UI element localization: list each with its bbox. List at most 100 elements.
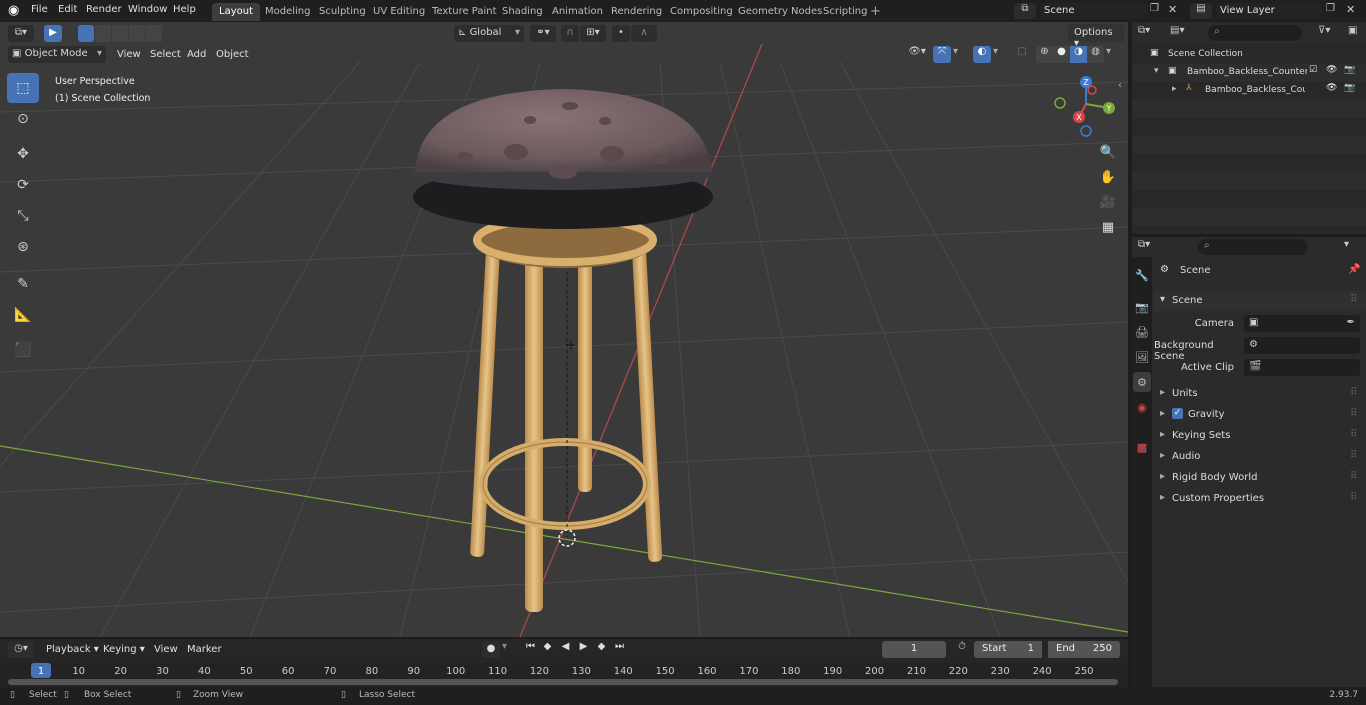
view-layer-tab-icon[interactable]: 🖼 [1133,347,1151,367]
next-keyframe-icon[interactable]: ◆ [593,641,610,658]
overlay-dropdown-icon[interactable]: ▾ [993,46,1005,63]
menu-file[interactable]: File [31,4,48,15]
timeline-menu-view[interactable]: View [154,644,178,655]
properties-editor-icon[interactable]: ⧉▾ [1138,239,1164,255]
menu-window[interactable]: Window [128,4,167,15]
shading-solid-icon[interactable]: ● [1053,46,1070,63]
select-box-tool[interactable]: ⬚ [7,73,39,103]
annotate-tool[interactable]: ✎ [7,269,39,299]
timeline-editor-icon[interactable]: ◷▾ [8,641,34,658]
expand-arrow-icon[interactable]: ▸ [1172,84,1177,94]
properties-search-input[interactable]: ⌕ [1198,239,1308,255]
xray-toggle-icon[interactable]: ▢ [1014,46,1030,63]
snap-toggle-icon[interactable]: ∩ [561,25,579,42]
tab-scripting[interactable]: Scripting [816,3,874,21]
display-mode-icon[interactable]: ▤▾ [1170,25,1196,41]
viewport-menu-view[interactable]: View [117,49,141,60]
tab-texture-paint[interactable]: Texture Paint [425,3,504,21]
pin-icon[interactable]: 📌 [1348,264,1360,275]
select-mode-extend-icon[interactable] [95,25,111,42]
options-button[interactable]: Options ▾ [1068,24,1124,49]
menu-render[interactable]: Render [86,4,122,15]
drag-handle-icon[interactable]: ⠿ [1350,471,1357,482]
gizmo-dropdown-icon[interactable]: ▾ [953,46,965,63]
drag-handle-icon[interactable]: ⠿ [1350,408,1357,419]
current-frame-field[interactable]: 1 [882,641,946,658]
drag-handle-icon[interactable]: ⠿ [1350,387,1357,398]
menu-help[interactable]: Help [173,4,196,15]
drag-handle-icon[interactable]: ⠿ [1350,294,1357,305]
viewport-menu-object[interactable]: Object [216,49,249,60]
new-collection-icon[interactable]: ▣ [1348,25,1362,41]
shading-wireframe-icon[interactable]: ⊕ [1036,46,1053,63]
transform-orientation-dropdown[interactable]: ⊾ Global ▾ [454,25,524,42]
transform-tool[interactable]: ⊛ [7,232,39,262]
select-mode-new-icon[interactable] [78,25,94,42]
jump-end-icon[interactable]: ⏭ [611,641,628,658]
units-panel[interactable]: ▸ Units ⠿ [1154,384,1366,404]
tab-rendering[interactable]: Rendering [604,3,669,21]
outliner-row-object[interactable]: ▸ ⅄ Bamboo_Backless_Coun 👁 📷 [1132,82,1366,100]
camera-view-icon[interactable]: 🎥 [1097,191,1119,213]
measure-tool[interactable]: 📐 [7,300,39,330]
close-scene-icon[interactable]: ✕ [1168,3,1182,19]
scene-icon[interactable]: ⧉ [1014,3,1036,19]
active-clip-field[interactable]: 🎬 [1244,359,1360,376]
camera-render-icon[interactable]: 📷 [1344,83,1355,93]
add-workspace-icon[interactable]: + [870,4,882,19]
cursor-tool[interactable]: ⊙ [7,104,39,134]
render-tab-icon[interactable]: 📷 [1133,297,1151,317]
record-button[interactable]: ● [482,641,500,658]
timeline-menu-marker[interactable]: Marker [187,644,222,655]
tab-compositing[interactable]: Compositing [663,3,740,21]
mode-dropdown[interactable]: ▣ Object Mode ▾ [8,46,106,63]
record-options-icon[interactable]: ▾ [502,641,514,658]
tab-geometry-nodes[interactable]: Geometry Nodes [731,3,829,21]
select-mode-subtract-icon[interactable] [112,25,128,42]
navigation-gizmo[interactable]: Z Y X [1048,70,1124,140]
ortho-toggle-icon[interactable]: ▦ [1097,216,1119,238]
blender-logo-icon[interactable]: ◉ [8,3,24,19]
gravity-panel[interactable]: ▸ ✓ Gravity ⠿ [1154,405,1366,425]
editor-type-icon[interactable]: ⧉▾ [8,25,34,42]
tab-uv-editing[interactable]: UV Editing [366,3,432,21]
select-tool-icon[interactable]: ▶ [44,25,62,42]
tab-layout[interactable]: Layout [212,3,260,21]
tab-sculpting[interactable]: Sculpting [312,3,373,21]
scene-tab-icon[interactable]: ⚙ [1133,372,1151,392]
shading-dropdown-icon[interactable]: ▾ [1106,46,1118,63]
add-cube-tool[interactable]: ⬛ [7,335,39,365]
jump-start-icon[interactable]: ⏮ [522,641,539,658]
snap-target-icon[interactable]: ⊞▾ [580,25,606,42]
filter-icon[interactable]: ⊽▾ [1318,25,1344,41]
falloff-icon[interactable]: ∧ [631,25,657,42]
scale-tool[interactable]: ⤡ [7,201,39,231]
3d-viewport[interactable]: + ⧉▾ ▶ ⊾ Global ▾ ⚭▾ ∩ ⊞▾ • ∧ Options ▾ ▣… [0,22,1128,637]
drag-handle-icon[interactable]: ⠿ [1350,450,1357,461]
zoom-icon[interactable]: 🔍 [1097,141,1119,163]
scene-panel-header[interactable]: ▾ Scene ⠿ [1154,291,1366,311]
play-icon[interactable]: ▶ [575,641,592,658]
viewport-menu-add[interactable]: Add [187,49,206,60]
pan-hand-icon[interactable]: ✋ [1097,166,1119,188]
start-frame-field[interactable]: Start 1 [974,641,1042,658]
custom-properties-panel[interactable]: ▸ Custom Properties ⠿ [1154,489,1366,509]
visibility-icon[interactable]: 👁▾ [903,46,931,63]
eye-icon[interactable]: 👁 [1326,65,1337,75]
camera-field[interactable]: ▣ ✒ [1244,315,1360,332]
outliner-editor-icon[interactable]: ⧉▾ [1138,25,1164,41]
outliner-row-collection[interactable]: ▾ ▣ Bamboo_Backless_Counter_S ☑ 👁 📷 [1132,64,1366,82]
copy-scene-icon[interactable]: ❐ [1150,3,1166,19]
rotate-tool[interactable]: ⟳ [7,170,39,200]
eyedropper-icon[interactable]: ✒ [1347,317,1355,328]
rigid-body-world-panel[interactable]: ▸ Rigid Body World ⠿ [1154,468,1366,488]
menu-edit[interactable]: Edit [58,4,77,15]
proportional-edit-icon[interactable]: • [612,25,630,42]
close-view-layer-icon[interactable]: ✕ [1346,3,1360,19]
viewport-scene[interactable]: + [0,22,1128,637]
properties-options-icon[interactable]: ▾ [1344,239,1360,255]
exclude-checkbox-icon[interactable]: ☑ [1309,65,1317,75]
view-layer-field[interactable]: View Layer [1216,3,1322,19]
scene-name-field[interactable]: Scene [1040,3,1148,19]
shading-rendered-icon[interactable]: ◍ [1087,46,1104,63]
